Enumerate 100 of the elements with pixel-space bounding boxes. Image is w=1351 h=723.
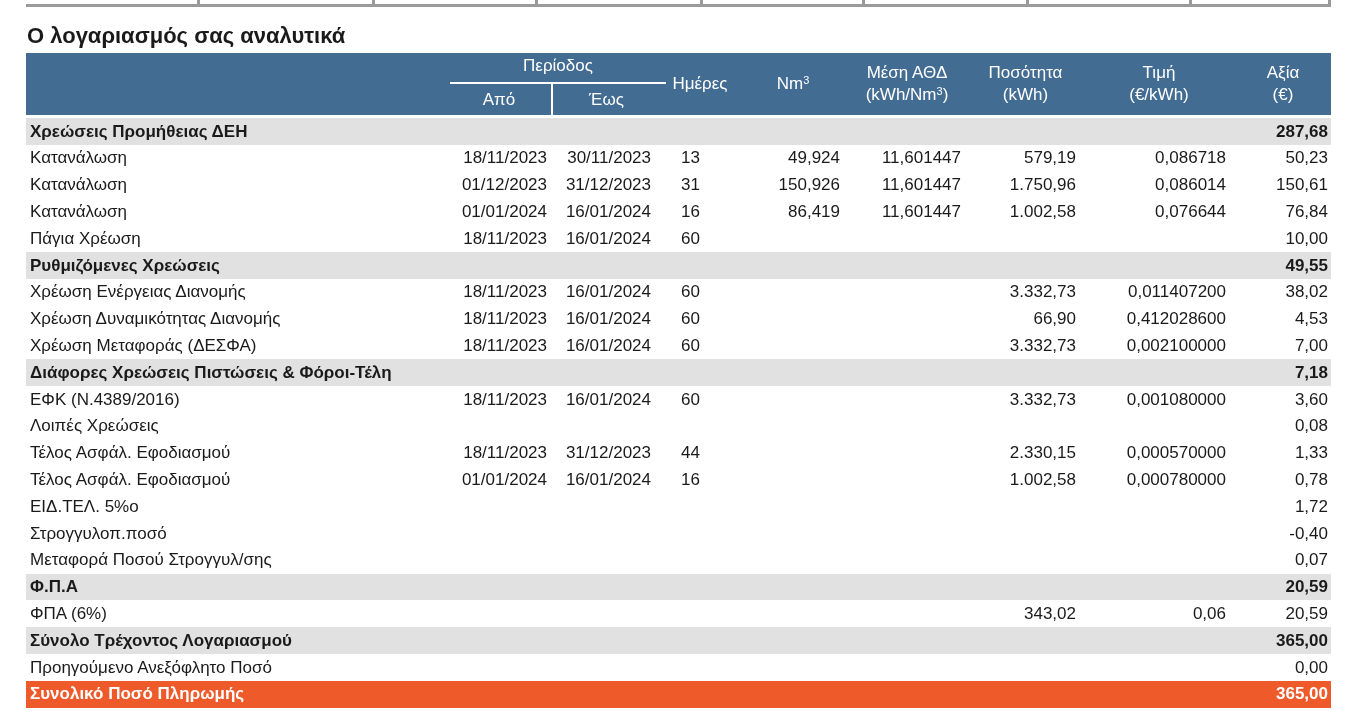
table-cell: 18/11/2023 <box>463 282 547 302</box>
table-cell: 60 <box>681 228 700 248</box>
table-cell: 31 <box>681 175 700 195</box>
table-cell: 16 <box>681 202 700 222</box>
row-label: ΕΦΚ (N.4389/2016) <box>29 388 181 411</box>
table-cell: 60 <box>681 282 700 302</box>
table-cell: 0,086014 <box>1155 175 1226 195</box>
table-cell: 31/12/2023 <box>565 443 651 463</box>
section-title: Ο λογαριασμός σας αναλυτικά <box>27 22 346 50</box>
column-header: Έως <box>589 88 624 111</box>
table-cell: 49,55 <box>1285 255 1328 275</box>
table-cell: 50,23 <box>1285 148 1328 168</box>
table-cell: 76,84 <box>1285 202 1328 222</box>
table-cell: 0,086718 <box>1155 148 1226 168</box>
table-cell: 16/01/2024 <box>565 202 651 222</box>
table-cell: 0,78 <box>1294 470 1328 489</box>
table-cell: 20,59 <box>1285 604 1328 623</box>
table-cell: 16/01/2024 <box>565 470 651 489</box>
row-label: ΕΙΔ.ΤΕΛ. 5%ο <box>29 495 140 518</box>
table-cell: 1.002,58 <box>1009 470 1076 489</box>
table-cell: 0,000570000 <box>1126 443 1226 463</box>
table-cell: 01/12/2023 <box>461 175 547 195</box>
table-cell: 31/12/2023 <box>565 175 651 195</box>
column-header: Αξία (€) <box>1266 62 1300 106</box>
table-cell: 0,00 <box>1294 657 1328 677</box>
row-label: Πάγια Χρέωση <box>29 227 142 250</box>
table-cell: 1,33 <box>1294 443 1328 463</box>
row-label: Συνολικό Ποσό Πληρωμής <box>29 683 246 706</box>
table-cell: 18/11/2023 <box>463 443 547 463</box>
column-header: Ημέρες <box>672 73 728 95</box>
table-cell: 365,00 <box>1276 684 1328 704</box>
row-label: Διάφορες Χρεώσεις Πιστώσεις & Φόροι-Τέλη <box>29 361 393 384</box>
table-cell: 0,412028600 <box>1126 309 1226 329</box>
row-label: Χρέωση Μεταφοράς (ΔΕΣΦΑ) <box>29 335 258 357</box>
table-cell: 3.332,73 <box>1009 336 1076 355</box>
table-cell: 2.330,15 <box>1009 443 1076 463</box>
table-cell: 18/11/2023 <box>463 309 547 329</box>
table-cell: 0,011407200 <box>1128 282 1226 302</box>
table-cell: 16/01/2024 <box>565 282 651 302</box>
table-cell: 287,68 <box>1276 121 1328 141</box>
column-header: Ποσότητα (kWh) <box>988 62 1063 106</box>
table-cell: 16/01/2024 <box>565 228 651 248</box>
table-cell: 4,53 <box>1294 309 1328 329</box>
table-cell: 0,06 <box>1192 604 1226 623</box>
row-label: Τέλος Ασφάλ. Εφοδιασμού <box>29 442 232 465</box>
row-label: Ρυθμιζόμενες Χρεώσεις <box>29 254 221 277</box>
column-header: Nm$^{3}$ <box>776 73 810 95</box>
table-cell: 579,19 <box>1024 148 1076 168</box>
table-cell: 60 <box>681 336 700 355</box>
table-cell: 01/01/2024 <box>461 202 547 222</box>
table-cell: 150,926 <box>778 175 840 195</box>
table-cell: 38,02 <box>1285 282 1328 302</box>
table-cell: 01/01/2024 <box>461 470 547 489</box>
table-cell: 7,00 <box>1294 336 1328 355</box>
table-cell: 0,002100000 <box>1126 336 1226 355</box>
table-cell: 3.332,73 <box>1009 389 1076 409</box>
table-cell: 16/01/2024 <box>565 389 651 409</box>
table-cell: 60 <box>681 389 700 409</box>
table-cell: 18/11/2023 <box>463 389 547 409</box>
table-cell: 1.750,96 <box>1009 175 1076 195</box>
row-label: Κατανάλωση <box>29 174 129 197</box>
table-cell: 365,00 <box>1276 630 1328 650</box>
table-cell: 150,61 <box>1276 175 1328 195</box>
table-cell: 66,90 <box>1033 309 1076 329</box>
row-label: Τέλος Ασφάλ. Εφοδιασμού <box>29 469 232 491</box>
table-cell: 11,601447 <box>881 175 961 195</box>
row-label: ΦΠΑ (6%) <box>29 603 108 625</box>
table-cell: 10,00 <box>1285 228 1328 248</box>
table-cell: 18/11/2023 <box>463 336 547 355</box>
row-label: Χρέωση Ενέργειας Διανομής <box>29 281 247 304</box>
table-cell: 13 <box>681 148 700 168</box>
column-header: Από <box>482 88 516 111</box>
column-header: Μέση ΑΘΔ (kWh/Nm$^{3}$) <box>865 62 949 106</box>
table-cell: 3,60 <box>1294 389 1328 409</box>
table-cell: 11,601447 <box>881 148 961 168</box>
row-label: Σύνολο Τρέχοντος Λογαριασμού <box>29 629 293 652</box>
table-cell: 0,076644 <box>1155 202 1226 222</box>
table-cell: 49,924 <box>788 148 840 168</box>
row-label: Χρεώσεις Προμήθειας ΔΕΗ <box>29 120 249 143</box>
row-label: Χρέωση Δυναμικότητας Διανομής <box>29 308 282 331</box>
table-cell: -0,40 <box>1289 523 1328 543</box>
row-label: Φ.Π.Α <box>29 576 79 599</box>
table-cell: 44 <box>681 443 700 463</box>
row-label: Λοιπές Χρεώσεις <box>29 415 160 438</box>
row-label: Προηγούμενο Ανεξόφλητο Ποσό <box>29 656 273 679</box>
table-cell: 0,08 <box>1294 416 1328 436</box>
table-cell: 0,07 <box>1294 550 1328 570</box>
table-cell: 3.332,73 <box>1009 282 1076 302</box>
table-cell: 86,419 <box>788 202 840 222</box>
row-label: Στρογγυλοπ.ποσό <box>29 522 168 545</box>
column-header: Περίοδος <box>523 54 593 77</box>
table-cell: 11,601447 <box>881 202 961 222</box>
table-cell: 0,000780000 <box>1126 470 1226 489</box>
table-cell: 20,59 <box>1285 577 1328 597</box>
row-label: Κατανάλωση <box>29 147 129 170</box>
table-cell: 16/01/2024 <box>565 309 651 329</box>
table-cell: 0,001080000 <box>1126 389 1226 409</box>
table-cell: 1.002,58 <box>1009 202 1076 222</box>
table-cell: 18/11/2023 <box>463 228 547 248</box>
row-label: Μεταφορά Ποσού Στρογγυλ/σης <box>29 549 273 572</box>
